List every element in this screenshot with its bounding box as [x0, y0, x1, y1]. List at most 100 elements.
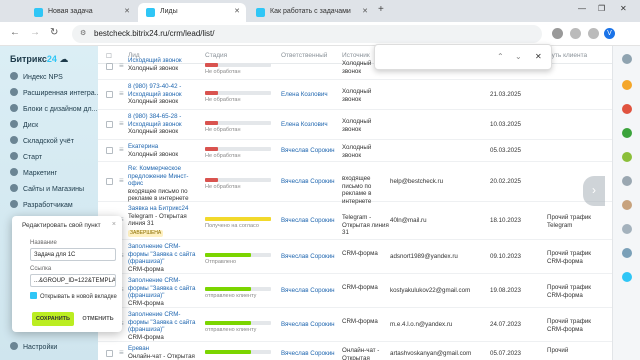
- stage-progress[interactable]: [205, 178, 271, 182]
- find-input[interactable]: [383, 52, 483, 62]
- row-checkbox[interactable]: [106, 350, 113, 357]
- user-avatar[interactable]: [622, 224, 632, 234]
- stage-cell[interactable]: [205, 350, 271, 356]
- row-checkbox[interactable]: [106, 63, 113, 70]
- stage-cell[interactable]: Не обработан: [205, 121, 271, 133]
- site-info-icon[interactable]: ⚙: [80, 29, 86, 37]
- url-field[interactable]: ⚙ bestcheck.bitrix24.ru/crm/lead/list/: [72, 25, 542, 43]
- responsible[interactable]: Вячеслав Сорокин: [281, 287, 337, 294]
- table-row[interactable]: ≡Заполнение CRM-формы "Заявка с сайта (ф…: [98, 274, 612, 308]
- stage-cell[interactable]: Не обработан: [205, 91, 271, 103]
- responsible[interactable]: Вячеслав Сорокин: [281, 178, 337, 185]
- email[interactable]: adsnort1989@yandex.ru: [390, 253, 458, 260]
- new-tab-button[interactable]: +: [378, 4, 384, 15]
- row-checkbox[interactable]: [106, 147, 113, 154]
- lead-name[interactable]: Заполнение CRM-формы "Заявка с сайта (фр…: [128, 243, 200, 273]
- row-menu-icon[interactable]: ≡: [119, 348, 124, 357]
- window-close-button[interactable]: ✕: [620, 4, 627, 13]
- profile-avatar[interactable]: V: [604, 28, 615, 39]
- user-avatar[interactable]: [622, 176, 632, 186]
- stage-progress[interactable]: [205, 287, 271, 291]
- stage-progress[interactable]: [205, 350, 271, 354]
- responsible[interactable]: Вячеслав Сорокин: [281, 350, 337, 357]
- table-row[interactable]: ≡Заполнение CRM-формы "Заявка с сайта (ф…: [98, 308, 612, 342]
- cancel-button[interactable]: ОТМЕНИТЬ: [80, 312, 116, 326]
- row-menu-icon[interactable]: ≡: [119, 119, 124, 128]
- open-lines-icon[interactable]: [622, 152, 632, 162]
- menu-item-disk[interactable]: Диск: [10, 120, 38, 134]
- close-icon[interactable]: ✕: [234, 7, 240, 15]
- lead-name[interactable]: Исходящий звонок Холодный звонок: [128, 57, 200, 72]
- row-checkbox[interactable]: [106, 178, 113, 185]
- link-field[interactable]: ...&GROUP_ID=122&TEMPLATE=324: [30, 274, 116, 287]
- menu-item-marketing[interactable]: Маркетинг: [10, 168, 57, 182]
- email[interactable]: 40ln@mail.ru: [390, 217, 450, 224]
- lead-title[interactable]: Re: Коммерческое предложение Минст-офис: [128, 165, 188, 187]
- stage-cell[interactable]: Получено на согласо: [205, 217, 271, 229]
- user-avatar[interactable]: [622, 248, 632, 258]
- menu-item-sites[interactable]: Сайты и Магазины: [10, 184, 84, 198]
- table-row[interactable]: ≡Заявка на Битрикс24Telegram - Открытая …: [98, 202, 612, 240]
- minimize-button[interactable]: —: [578, 4, 586, 13]
- table-row[interactable]: ≡ 8 (980) 384-65-28 - Исходящий звонок Хол…: [98, 110, 612, 140]
- close-icon[interactable]: ✕: [124, 7, 130, 15]
- menu-item-settings[interactable]: Настройки: [10, 342, 57, 351]
- stage-progress[interactable]: [205, 91, 271, 95]
- lead-name[interactable]: ЕреванОнлайн-чат - Открытая линия: [128, 345, 200, 360]
- user-avatar[interactable]: [622, 200, 632, 210]
- lead-title[interactable]: Заполнение CRM-формы "Заявка с сайта (фр…: [128, 277, 195, 299]
- lead-title[interactable]: 8 (980) 973-40-42 - Исходящий звонок: [128, 83, 182, 98]
- table-row[interactable]: ≡ ЕреванОнлайн-чат - Открытая линия Вячесл…: [98, 342, 612, 360]
- back-button[interactable]: ←: [10, 27, 20, 38]
- table-row[interactable]: ≡Заполнение CRM-формы "Заявка с сайта (ф…: [98, 240, 612, 274]
- stage-progress[interactable]: [205, 63, 271, 67]
- open-new-tab-checkbox[interactable]: Открывать в новой вкладке: [30, 292, 117, 300]
- stage-cell[interactable]: отправлено клиенту: [205, 287, 271, 299]
- menu-item-start[interactable]: Старт: [10, 152, 42, 166]
- tab-leads[interactable]: Лиды ✕: [138, 3, 246, 22]
- find-previous-button[interactable]: ⌃: [497, 52, 504, 61]
- row-checkbox[interactable]: [106, 121, 113, 128]
- bitrix24-logo[interactable]: Битрикс24 ☁: [10, 54, 68, 65]
- lead-title[interactable]: Исходящий звонок: [128, 57, 182, 64]
- table-row[interactable]: ≡ 8 (980) 973-40-42 - Исходящий звонок Хол…: [98, 80, 612, 110]
- lead-name[interactable]: 8 (980) 384-65-28 - Исходящий звонок Холо…: [128, 113, 200, 136]
- lead-name[interactable]: 8 (980) 973-40-42 - Исходящий звонок Холо…: [128, 83, 200, 106]
- row-menu-icon[interactable]: ≡: [119, 89, 124, 98]
- lead-name[interactable]: Заполнение CRM-формы "Заявка с сайта (фр…: [128, 311, 200, 341]
- app-icon[interactable]: [622, 80, 632, 90]
- sidepanel-icon[interactable]: [588, 28, 599, 39]
- extension-icon[interactable]: [552, 28, 563, 39]
- search-icon[interactable]: [622, 272, 632, 282]
- responsible[interactable]: Вячеслав Сорокин: [281, 147, 337, 154]
- stage-progress[interactable]: [205, 147, 271, 151]
- lead-name[interactable]: Заявка на Битрикс24 Telegram - Открытая л…: [128, 205, 200, 237]
- stage-cell[interactable]: Не обработан: [205, 178, 271, 190]
- tab-how-to-work[interactable]: Как работать с задачами ✕: [248, 3, 374, 22]
- email[interactable]: kostyakulukov22@gmail.com: [390, 287, 470, 294]
- menu-item-nps[interactable]: Индекс NPS: [10, 72, 63, 86]
- menu-item-blocks[interactable]: Блоки с дизайном дл...: [10, 104, 97, 118]
- reload-button[interactable]: ↻: [50, 27, 58, 38]
- lead-name[interactable]: Заполнение CRM-формы "Заявка с сайта (фр…: [128, 277, 200, 307]
- lead-name[interactable]: Екатерина Холодный звонок: [128, 143, 200, 158]
- stage-cell[interactable]: Не обработан: [205, 147, 271, 159]
- menu-item-integration[interactable]: Расширенная интегра...: [10, 88, 100, 102]
- lead-name[interactable]: Re: Коммерческое предложение Минст-офис в…: [128, 165, 200, 203]
- grid-scroll-right-button[interactable]: ›: [583, 176, 605, 206]
- close-icon[interactable]: ×: [112, 221, 116, 228]
- find-next-button[interactable]: ⌄: [515, 52, 522, 61]
- stage-progress[interactable]: [205, 121, 271, 125]
- stage-progress[interactable]: [205, 253, 271, 257]
- find-close-button[interactable]: ✕: [535, 52, 542, 61]
- stage-cell[interactable]: Не обработан: [205, 63, 271, 75]
- save-button[interactable]: СОХРАНИТЬ: [32, 312, 74, 326]
- lead-title[interactable]: 8 (980) 384-65-28 - Исходящий звонок: [128, 113, 182, 128]
- forward-button[interactable]: →: [30, 27, 40, 38]
- lead-title[interactable]: Заявка на Битрикс24: [128, 205, 188, 212]
- close-icon[interactable]: ✕: [362, 7, 368, 15]
- row-menu-icon[interactable]: ≡: [119, 61, 124, 70]
- email[interactable]: artashvoskanyan@gmail.com: [390, 350, 471, 357]
- table-row[interactable]: ≡ Re: Коммерческое предложение Минст-офис…: [98, 162, 612, 205]
- row-menu-icon[interactable]: ≡: [119, 145, 124, 154]
